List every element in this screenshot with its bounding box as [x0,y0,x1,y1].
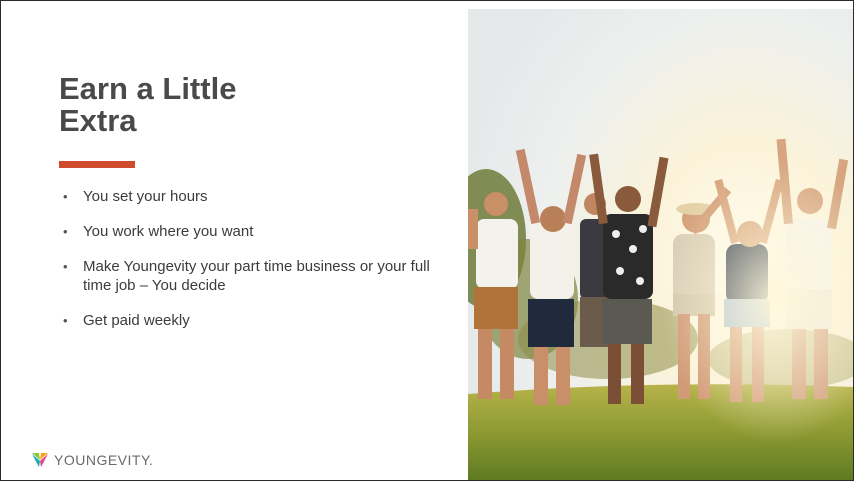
title-accent-bar [59,161,135,168]
bullet-text: You set your hours [83,188,208,205]
group-celebrating-photo [468,9,853,480]
bullet-dot-icon: • [63,313,68,328]
youngevity-logo-icon [32,453,48,467]
bullet-item: • You set your hours [63,187,433,206]
bullet-text: You work where you want [83,223,254,240]
youngevity-logo: YOUNGEVITY. [31,451,153,469]
bullet-list: • You set your hours • You work where yo… [63,187,433,346]
bullet-item: • You work where you want [63,222,433,241]
bullet-dot-icon: • [63,189,68,204]
slide-title-line-2: Extra [59,103,137,138]
bullet-dot-icon: • [63,259,68,274]
bullet-text: Get paid weekly [83,312,190,329]
presentation-slide: Earn a Little Extra • You set your hours… [0,0,854,481]
bullet-item: • Get paid weekly [63,311,433,330]
bullet-text: Make Youngevity your part time business … [83,258,430,294]
slide-title: Earn a Little Extra [59,73,389,137]
bullet-item: • Make Youngevity your part time busines… [63,257,433,295]
slide-title-line-1: Earn a Little [59,71,237,106]
bullet-dot-icon: • [63,224,68,239]
youngevity-logo-text: YOUNGEVITY. [54,452,154,468]
